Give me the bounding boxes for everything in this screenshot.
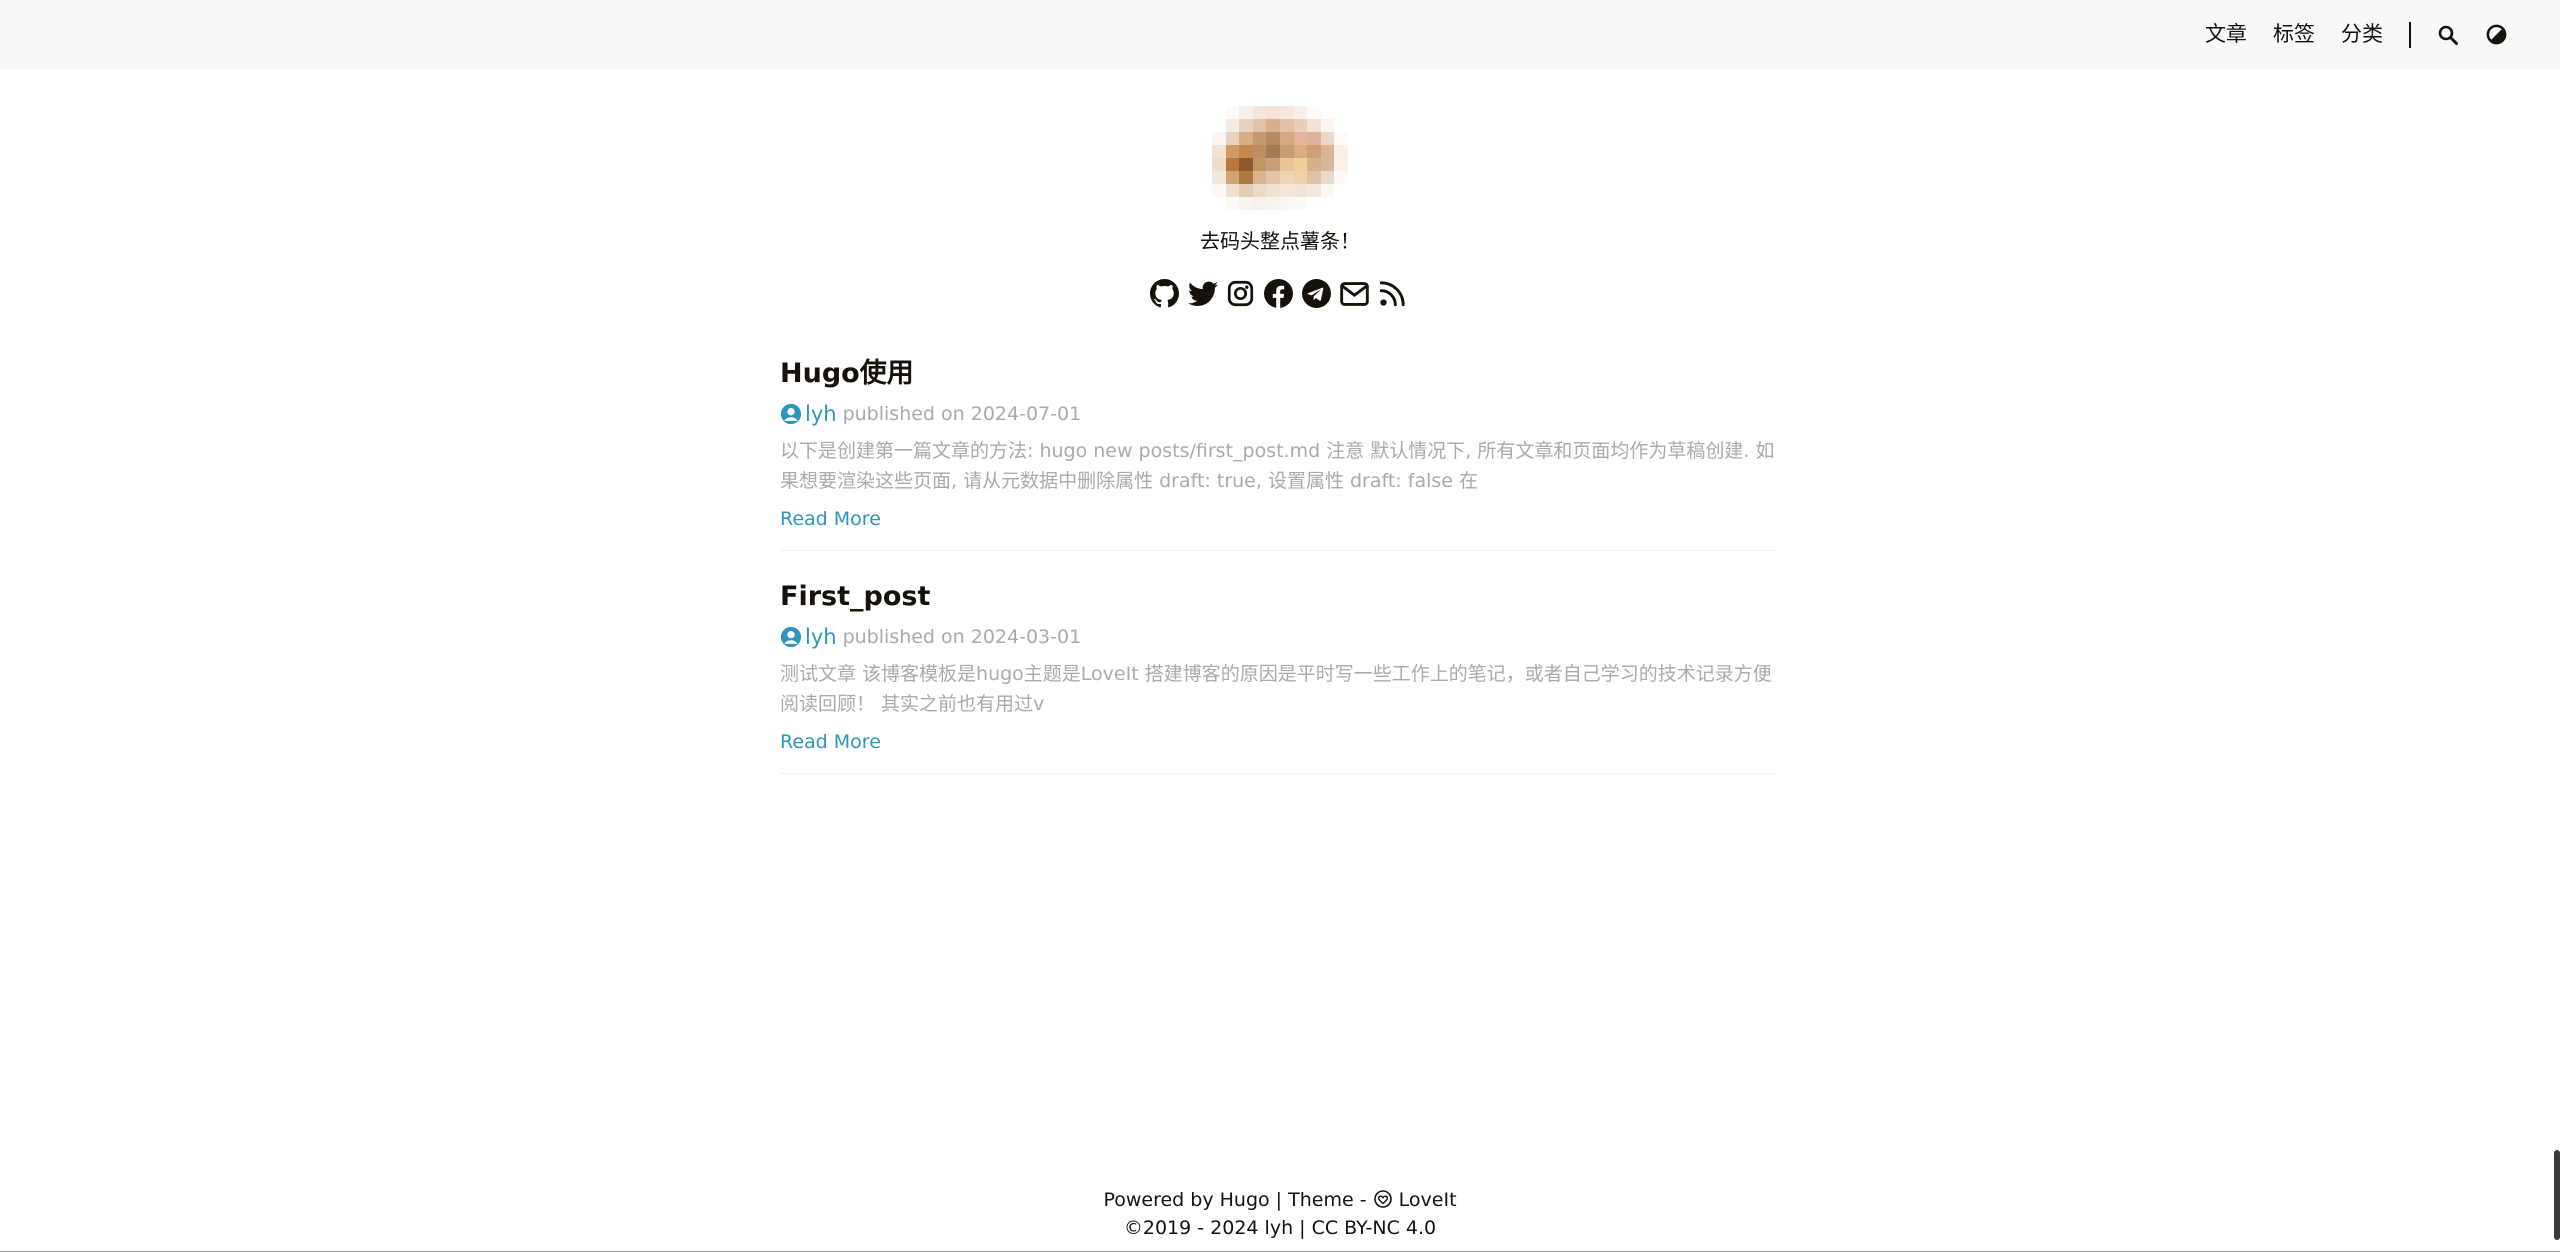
github-icon[interactable]	[1149, 278, 1180, 309]
rss-icon[interactable]	[1377, 278, 1408, 309]
footer-copyright-line: ©2019 - 2024 lyh | CC BY-NC 4.0	[0, 1216, 2560, 1241]
email-icon[interactable]	[1339, 278, 1370, 309]
post-title-link[interactable]: Hugo使用	[780, 356, 1780, 392]
post-meta: lyh published on 2024-03-01	[780, 623, 1780, 651]
footer-powered-line: Powered by Hugo | Theme - LoveIt	[0, 1188, 2560, 1216]
post-summary-card: Hugo使用 lyh published on 2024-07-01 以下是创建…	[780, 356, 1780, 551]
author-link[interactable]: lyh	[805, 402, 837, 426]
user-circle-icon	[780, 626, 802, 648]
post-summary-text: 以下是创建第一篇文章的方法: hugo new posts/first_post…	[780, 440, 1775, 492]
scrollbar-thumb[interactable]	[2554, 1150, 2560, 1240]
nav-posts-link[interactable]: 文章	[2205, 0, 2247, 69]
copyright-icon: ©	[1123, 1217, 1143, 1239]
read-more-link[interactable]: Read More	[780, 504, 881, 534]
nav-tags-link[interactable]: 标签	[2273, 0, 2315, 69]
site-header: 文章 标签 分类	[0, 0, 2560, 69]
theme-link[interactable]: LoveIt	[1399, 1189, 1457, 1211]
twitter-icon[interactable]	[1187, 278, 1218, 309]
post-summary-card: First_post lyh published on 2024-03-01 测…	[780, 579, 1780, 774]
instagram-icon[interactable]	[1225, 278, 1256, 309]
post-meta: lyh published on 2024-07-01	[780, 400, 1780, 428]
publish-date: published on 2024-07-01	[842, 403, 1082, 425]
social-links	[1149, 278, 1408, 309]
author-link[interactable]: lyh	[805, 625, 837, 649]
user-circle-icon	[780, 403, 802, 425]
post-summary-text: 测试文章 该博客模板是hugo主题是LoveIt 搭建博客的原因是平时写一些工作…	[780, 663, 1772, 715]
footer-powered-by: Powered by Hugo | Theme -	[1103, 1189, 1373, 1211]
facebook-icon[interactable]	[1263, 278, 1294, 309]
home-subtitle: 去码头整点薯条！	[1200, 229, 1360, 253]
nav-divider	[2409, 21, 2411, 48]
telegram-icon[interactable]	[1301, 278, 1332, 309]
main-nav: 文章 标签 分类	[2179, 0, 2507, 69]
nav-categories-link[interactable]: 分类	[2341, 0, 2383, 69]
post-divider	[780, 773, 1778, 774]
post-divider	[780, 550, 1778, 551]
footer-copyright: 2019 - 2024 lyh | CC BY-NC 4.0	[1142, 1217, 1437, 1239]
heart-icon	[1373, 1189, 1393, 1216]
read-more-link[interactable]: Read More	[780, 727, 881, 757]
site-footer: Powered by Hugo | Theme - LoveIt ©2019 -…	[0, 1188, 2560, 1241]
post-title-link[interactable]: First_post	[780, 579, 1780, 615]
publish-date: published on 2024-03-01	[842, 626, 1082, 648]
avatar[interactable]	[1212, 106, 1348, 210]
theme-switch-icon[interactable]	[2485, 24, 2507, 46]
search-icon[interactable]	[2437, 24, 2459, 46]
